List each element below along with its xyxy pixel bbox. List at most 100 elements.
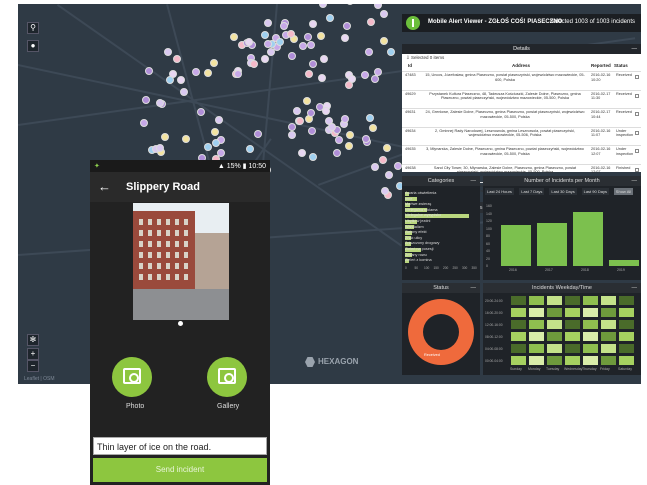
incident-note-input[interactable]: Thin layer of ice on the road. bbox=[93, 437, 267, 455]
minimize-icon[interactable]: — bbox=[632, 283, 638, 293]
heatmap-cell[interactable] bbox=[565, 320, 580, 329]
range-tab[interactable]: Last 24 Hours bbox=[485, 188, 514, 195]
heatmap-cell[interactable] bbox=[565, 344, 580, 353]
range-tab[interactable]: Last 90 Days bbox=[581, 188, 609, 195]
category-label: Zniszczony drogowy bbox=[405, 241, 440, 246]
row-checkbox[interactable] bbox=[635, 112, 639, 116]
heatmap-cell[interactable] bbox=[511, 332, 526, 341]
heatmap-cell[interactable] bbox=[565, 308, 580, 317]
incidents-bar[interactable] bbox=[609, 260, 639, 266]
row-checkbox[interactable] bbox=[635, 93, 639, 98]
col-id[interactable]: Id bbox=[408, 63, 412, 70]
heatmap-cell[interactable] bbox=[583, 332, 598, 341]
heatmap-cell[interactable] bbox=[529, 320, 544, 329]
heatmap-cell[interactable] bbox=[529, 296, 544, 305]
row-reported: 2016-02-17 11:30 bbox=[591, 91, 611, 101]
incidents-title-text: Number of Incidents per Month bbox=[524, 178, 600, 184]
table-row[interactable]: 49635 3, Młynarska, Zalesie Dolne, Piasec… bbox=[402, 145, 641, 163]
incident-marker bbox=[288, 123, 296, 131]
minimize-icon[interactable]: — bbox=[632, 176, 638, 186]
heatmap-cell[interactable] bbox=[511, 296, 526, 305]
table-row[interactable]: 49631 24, Grenlowe, Zalesie Dolne, Piasec… bbox=[402, 108, 641, 126]
heatmap-cell[interactable] bbox=[565, 296, 580, 305]
heatmap-cell[interactable] bbox=[547, 308, 562, 317]
heatmap-cell[interactable] bbox=[619, 320, 634, 329]
minimize-icon[interactable]: — bbox=[471, 283, 477, 293]
heatmap-cell[interactable] bbox=[529, 308, 544, 317]
heatmap-cell[interactable] bbox=[583, 356, 598, 365]
range-tab[interactable]: Show All bbox=[613, 188, 634, 195]
heatmap-cell[interactable] bbox=[547, 356, 562, 365]
incidents-bar[interactable] bbox=[537, 222, 567, 266]
heatmap-cell[interactable] bbox=[565, 332, 580, 341]
heatmap-cell[interactable] bbox=[511, 308, 526, 317]
heatmap-cell[interactable] bbox=[511, 356, 526, 365]
incident-marker bbox=[345, 81, 353, 89]
category-label: Ubytki w jezdni bbox=[405, 219, 431, 223]
row-status: Under inspection bbox=[616, 147, 634, 156]
heatmap-cell[interactable] bbox=[601, 296, 616, 305]
heatmap-cell[interactable] bbox=[601, 332, 616, 341]
incident-marker bbox=[254, 130, 262, 138]
col-address[interactable]: Address bbox=[512, 63, 530, 70]
search-map-button[interactable]: ⚲ bbox=[27, 22, 39, 34]
heatmap-cell[interactable] bbox=[529, 356, 544, 365]
incident-photo[interactable] bbox=[133, 203, 229, 320]
range-tab[interactable]: Last 30 Days bbox=[549, 188, 577, 195]
heatmap-cell[interactable] bbox=[565, 356, 580, 365]
send-incident-button[interactable]: Send incident bbox=[93, 458, 267, 482]
back-arrow-icon[interactable]: ← bbox=[98, 179, 111, 194]
minimize-icon[interactable]: — bbox=[632, 44, 638, 54]
col-status[interactable]: Status bbox=[614, 63, 628, 70]
map-credit: Leaflet | OSM bbox=[24, 376, 55, 382]
incident-marker bbox=[385, 171, 393, 179]
range-tab[interactable]: Last 7 Days bbox=[519, 188, 545, 195]
incidents-bar[interactable] bbox=[501, 224, 531, 266]
heatmap-cell[interactable] bbox=[601, 308, 616, 317]
compass-button[interactable]: ✻ bbox=[27, 334, 39, 346]
heatmap-cell[interactable] bbox=[619, 296, 634, 305]
heatmap-cell[interactable] bbox=[601, 356, 616, 365]
heatmap-cell[interactable] bbox=[583, 308, 598, 317]
heatmap-cell[interactable] bbox=[547, 296, 562, 305]
zoom-in-button[interactable]: + bbox=[27, 348, 39, 360]
table-row[interactable]: 49634 2, Gminnej Rady Narodowej, Lesznowo… bbox=[402, 126, 641, 145]
heatmap-cell[interactable] bbox=[547, 320, 562, 329]
heatmap-cell[interactable] bbox=[529, 332, 544, 341]
incidents-bar[interactable] bbox=[573, 211, 603, 266]
heatmap-cell[interactable] bbox=[619, 356, 634, 365]
table-row[interactable]: 49629 Przystanek Kultura Piaseczno, 48, T… bbox=[402, 89, 641, 108]
heatmap-cell[interactable] bbox=[619, 344, 634, 353]
col-reported[interactable]: Reported bbox=[591, 63, 611, 70]
heatmap-cell[interactable] bbox=[511, 320, 526, 329]
heatmap-cell[interactable] bbox=[583, 320, 598, 329]
row-checkbox[interactable] bbox=[635, 167, 639, 172]
zoom-out-button[interactable]: − bbox=[27, 360, 39, 372]
incident-marker bbox=[367, 18, 375, 26]
heatmap-cell[interactable] bbox=[583, 296, 598, 305]
weekday-time-label: 00:00-04:00 bbox=[485, 359, 503, 363]
heatmap-cell[interactable] bbox=[511, 344, 526, 353]
photo-button[interactable] bbox=[112, 357, 152, 397]
row-checkbox[interactable] bbox=[635, 130, 639, 135]
heatmap-cell[interactable] bbox=[547, 332, 562, 341]
status-donut[interactable]: Received bbox=[408, 299, 474, 365]
row-address: Przystanek Kultura Piaseczno, 48, Tadeus… bbox=[429, 91, 581, 101]
table-row[interactable]: 47483 15, Uncos, Józefosław, gmina Piasec… bbox=[402, 71, 641, 89]
incident-marker bbox=[182, 135, 190, 143]
incident-marker bbox=[217, 149, 225, 157]
heatmap-cell[interactable] bbox=[619, 332, 634, 341]
heatmap-cell[interactable] bbox=[601, 320, 616, 329]
gallery-button[interactable] bbox=[207, 357, 247, 397]
row-checkbox[interactable] bbox=[635, 75, 639, 79]
minimize-icon[interactable]: — bbox=[471, 176, 477, 186]
row-checkbox[interactable] bbox=[635, 149, 639, 153]
incident-marker bbox=[307, 41, 315, 49]
heatmap-cell[interactable] bbox=[583, 344, 598, 353]
heatmap-cell[interactable] bbox=[619, 308, 634, 317]
row-id: 47483 bbox=[405, 73, 416, 77]
heatmap-cell[interactable] bbox=[529, 344, 544, 353]
heatmap-cell[interactable] bbox=[601, 344, 616, 353]
locate-map-button[interactable]: ● bbox=[27, 40, 39, 52]
heatmap-cell[interactable] bbox=[547, 344, 562, 353]
